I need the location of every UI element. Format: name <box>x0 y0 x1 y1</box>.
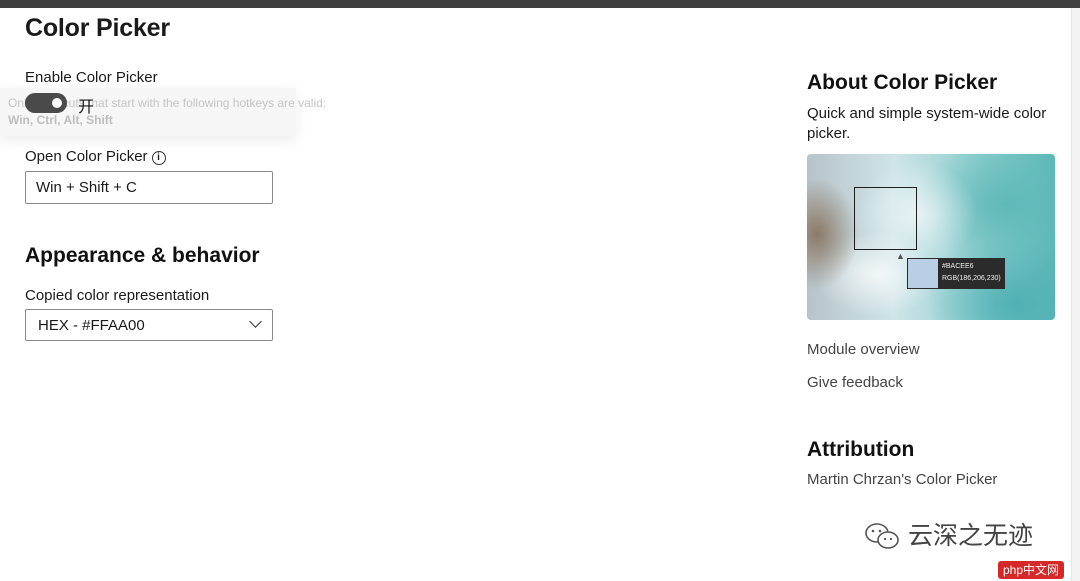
enable-color-picker-label: Enable Color Picker <box>25 69 158 86</box>
toggle-knob <box>52 98 62 108</box>
toggle-state-text: 开 <box>78 99 95 116</box>
page-title: Color Picker <box>25 14 170 42</box>
rgb-value: RGB(186,206,230) <box>942 275 1001 282</box>
activation-shortcut-input[interactable] <box>25 171 273 204</box>
scrollbar[interactable] <box>1071 8 1080 581</box>
color-format-dropdown[interactable]: HEX - #FFAA00 <box>25 309 273 341</box>
watermark: 云深之无迹 <box>864 516 1033 552</box>
cursor-icon: ▲ <box>896 251 905 261</box>
give-feedback-link[interactable]: Give feedback <box>807 374 903 391</box>
color-picker-hero-image: ▲ #BACEE6 RGB(186,206,230) <box>807 154 1055 320</box>
wechat-icon <box>865 523 899 549</box>
hotkey-tooltip-keys: Win, Ctrl, Alt, Shift <box>8 113 113 127</box>
attribution-title: Attribution <box>807 438 915 461</box>
module-overview-link[interactable]: Module overview <box>807 341 920 358</box>
about-title: About Color Picker <box>807 71 998 94</box>
appearance-section-title: Appearance & behavior <box>25 244 260 267</box>
color-swatch <box>907 258 939 289</box>
copied-color-label: Copied color representation <box>25 287 210 304</box>
open-color-picker-label-text: Open Color Picker <box>25 148 148 165</box>
hex-value: #BACEE6 <box>942 263 974 270</box>
info-icon[interactable]: i <box>151 151 166 165</box>
zoom-frame <box>854 187 917 250</box>
open-color-picker-label: Open Color Picker i <box>25 148 166 165</box>
chevron-down-icon <box>249 315 262 328</box>
attribution-link[interactable]: Martin Chrzan's Color Picker <box>807 471 997 488</box>
window-title-bar <box>0 0 1080 8</box>
php-badge: php中文网 <box>998 561 1065 579</box>
color-readout: #BACEE6 RGB(186,206,230) <box>939 258 1005 289</box>
color-format-value: HEX - #FFAA00 <box>38 317 145 334</box>
about-description: Quick and simple system-wide color picke… <box>807 105 1047 142</box>
watermark-text: 云深之无迹 <box>908 522 1034 550</box>
enable-color-picker-toggle[interactable] <box>25 93 67 113</box>
